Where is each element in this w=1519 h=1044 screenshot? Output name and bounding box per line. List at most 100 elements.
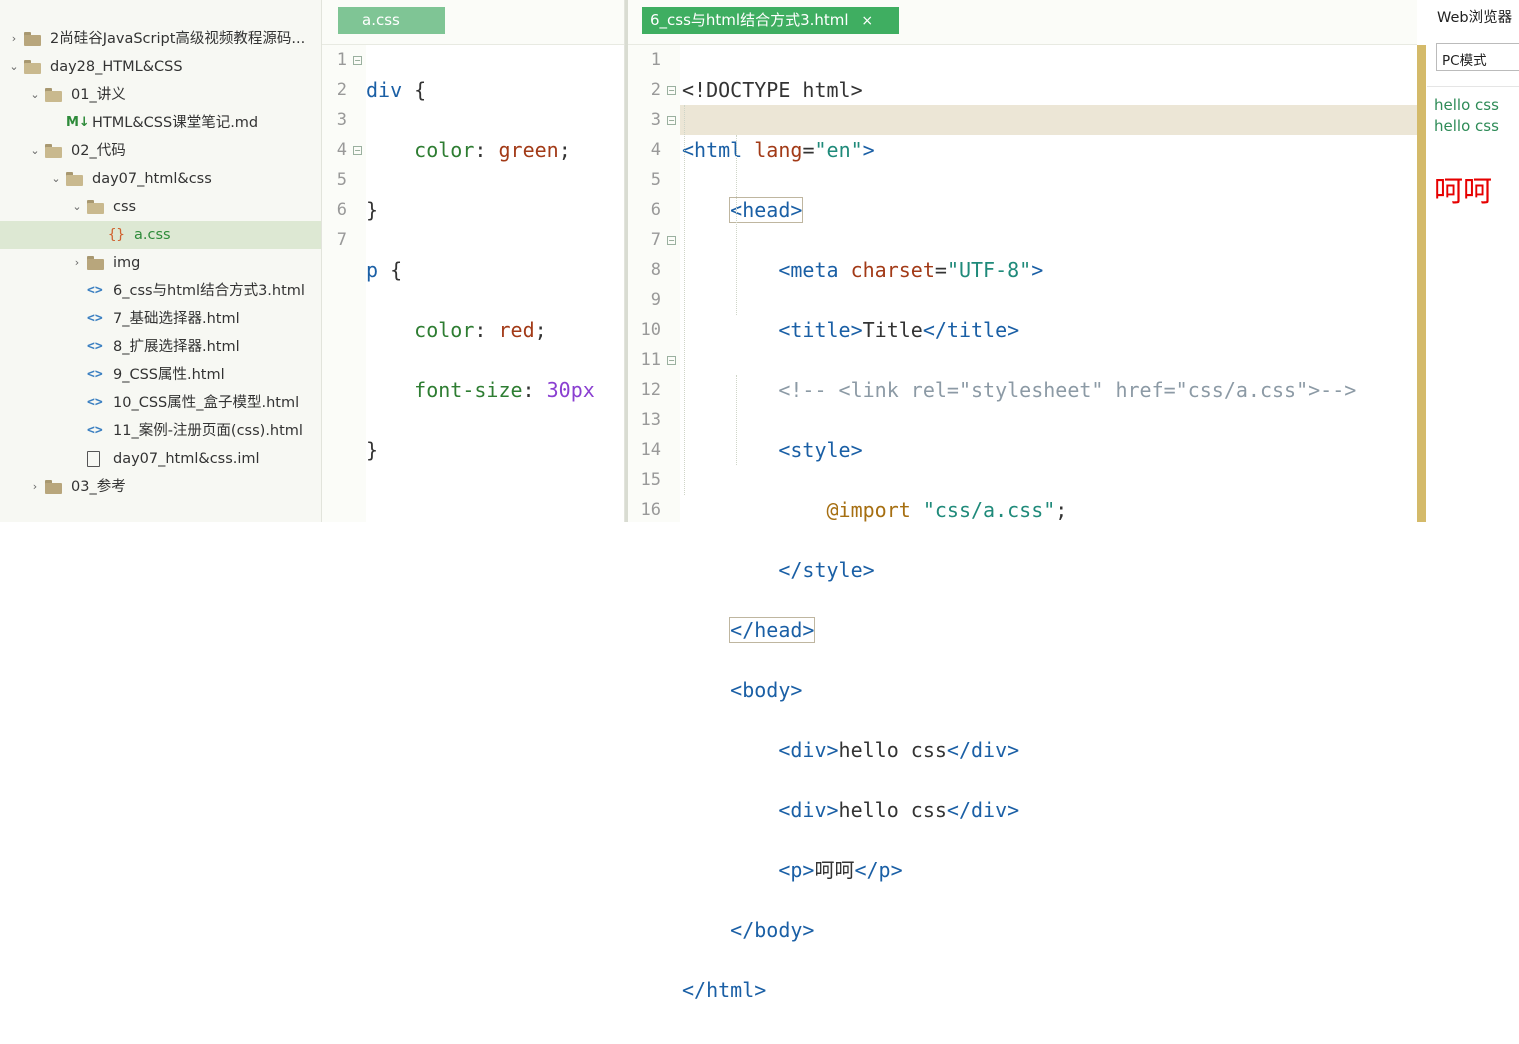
line-number: 7: [336, 230, 347, 250]
tree-item-label: 11_案例-注册页面(css).html: [113, 423, 303, 439]
tree-item-label: 6_css与html结合方式3.html: [113, 283, 305, 299]
tree-item-label: day07_html&css.iml: [113, 451, 260, 467]
close-icon[interactable]: ×: [861, 13, 873, 29]
folder-open-icon: [45, 85, 65, 105]
tree-item[interactable]: ⌄ css: [0, 193, 321, 221]
fold-toggle-icon[interactable]: −: [353, 146, 362, 155]
folder-icon: [24, 29, 44, 49]
line-number: 5: [336, 170, 347, 190]
tree-item[interactable]: › 2尚硅谷JavaScript高级视频教程源码...: [0, 25, 321, 53]
line-number: 2: [336, 80, 347, 100]
preview-div-2: hello css: [1434, 117, 1499, 135]
css-file-icon: {}: [108, 227, 125, 243]
line-number: 3: [336, 110, 347, 130]
tree-item[interactable]: ⌄ day28_HTML&CSS: [0, 53, 321, 81]
tree-item[interactable]: › img: [0, 249, 321, 277]
folder-open-icon: [45, 141, 65, 161]
fold-toggle-icon[interactable]: −: [667, 86, 676, 95]
line-number: 2: [650, 80, 661, 100]
preview-div-1: hello css: [1434, 96, 1499, 114]
tree-item-label: 2尚硅谷JavaScript高级视频教程源码...: [50, 31, 306, 47]
line-number: 12: [640, 380, 661, 400]
html-file-icon: <>: [87, 311, 103, 326]
tab-html-file[interactable]: 6_css与html结合方式3.html ×: [642, 7, 899, 34]
chevron-down-icon[interactable]: ⌄: [7, 58, 21, 76]
tree-item[interactable]: <> 9_CSS属性.html: [0, 361, 321, 389]
line-number: 4: [336, 140, 347, 160]
line-number: 14: [640, 440, 661, 460]
preview-paragraph: 呵呵: [1434, 174, 1493, 208]
line-number: 4: [650, 140, 661, 160]
line-number: 1: [650, 50, 661, 70]
tree-item-label: css: [113, 199, 137, 215]
css-editor: a.css 1−2 3 4−5 6 7 div { color: green; } p …: [322, 0, 625, 522]
folder-icon: [87, 253, 107, 273]
css-code[interactable]: div { color: green; } p { color: red; fo…: [366, 45, 595, 525]
tree-item[interactable]: <> 8_扩展选择器.html: [0, 333, 321, 361]
tree-item-label: day28_HTML&CSS: [50, 59, 183, 75]
tree-item-label: day07_html&css: [92, 171, 212, 187]
tree-item-label: img: [113, 255, 141, 271]
file-icon: [87, 449, 107, 469]
html-file-icon: <>: [87, 283, 103, 298]
tree-item[interactable]: {} a.css: [0, 221, 321, 249]
folder-open-icon: [24, 57, 44, 77]
chevron-right-icon[interactable]: ›: [7, 30, 21, 48]
tab-html-file-label: 6_css与html结合方式3.html: [650, 11, 849, 29]
html-editor: 6_css与html结合方式3.html × 1 2−3−4 5 6 7−8 9 10 11−…: [628, 0, 1417, 1002]
preview-divider: [1427, 86, 1519, 87]
indent-guide: [736, 375, 737, 465]
tree-item[interactable]: <> 7_基础选择器.html: [0, 305, 321, 333]
folder-open-icon: [66, 169, 86, 189]
chevron-right-icon[interactable]: ›: [70, 254, 84, 272]
tree-item[interactable]: <> 11_案例-注册页面(css).html: [0, 417, 321, 445]
tree-item-label: 02_代码: [71, 143, 126, 159]
tree-item[interactable]: <> 6_css与html结合方式3.html: [0, 277, 321, 305]
fold-toggle-icon[interactable]: −: [353, 56, 362, 65]
html-file-icon: <>: [87, 395, 103, 410]
line-number: 9: [650, 290, 661, 310]
chevron-down-icon[interactable]: ⌄: [28, 86, 42, 104]
chevron-right-icon[interactable]: ›: [28, 478, 42, 496]
chevron-down-icon[interactable]: ⌄: [28, 142, 42, 160]
fold-toggle-icon[interactable]: −: [667, 356, 676, 365]
editor-scrollbar[interactable]: [1417, 45, 1426, 522]
folder-icon: [45, 477, 65, 497]
line-number: 11: [640, 350, 661, 370]
tree-item-label: 10_CSS属性_盒子模型.html: [113, 395, 300, 411]
tree-item[interactable]: › 03_参考: [0, 473, 321, 501]
preview-title: Web浏览器: [1437, 10, 1513, 26]
mode-select[interactable]: PC模式: [1436, 43, 1519, 71]
tree-item[interactable]: M↓ HTML&CSS课堂笔记.md: [0, 109, 321, 137]
line-number: 3: [650, 110, 661, 130]
html-file-icon: <>: [87, 423, 103, 438]
tree-item-label: 03_参考: [71, 479, 126, 495]
folder-open-icon: [87, 197, 107, 217]
fold-toggle-icon[interactable]: −: [667, 236, 676, 245]
chevron-down-icon[interactable]: ⌄: [49, 170, 63, 188]
tree-item-label: HTML&CSS课堂笔记.md: [92, 115, 259, 131]
line-number: 7: [650, 230, 661, 250]
line-number: 16: [640, 500, 661, 520]
tree-item-label: 7_基础选择器.html: [113, 311, 240, 327]
line-number: 6: [650, 200, 661, 220]
line-number: 6: [336, 200, 347, 220]
line-number: 13: [640, 410, 661, 430]
tree-item[interactable]: ⌄ 02_代码: [0, 137, 321, 165]
html-code[interactable]: <!DOCTYPE html> <html lang="en"> <head> …: [682, 45, 1356, 1044]
tree-item-label: 01_讲义: [71, 87, 126, 103]
tree-item[interactable]: <> 10_CSS属性_盒子模型.html: [0, 389, 321, 417]
fold-toggle-icon[interactable]: −: [667, 116, 676, 125]
browser-preview: Web浏览器 PC模式 hello css hello css 呵呵: [1427, 0, 1519, 522]
tree-item[interactable]: ⌄ 01_讲义: [0, 81, 321, 109]
tree-item[interactable]: day07_html&css.iml: [0, 445, 321, 473]
tab-a-css[interactable]: a.css: [338, 7, 445, 34]
line-number: 5: [650, 170, 661, 190]
line-number: 1: [336, 50, 347, 70]
line-number: 8: [650, 260, 661, 280]
chevron-down-icon[interactable]: ⌄: [70, 198, 84, 216]
html-file-icon: <>: [87, 339, 103, 354]
markdown-icon: M↓: [66, 115, 90, 130]
indent-guide: [736, 135, 737, 315]
tree-item[interactable]: ⌄ day07_html&css: [0, 165, 321, 193]
